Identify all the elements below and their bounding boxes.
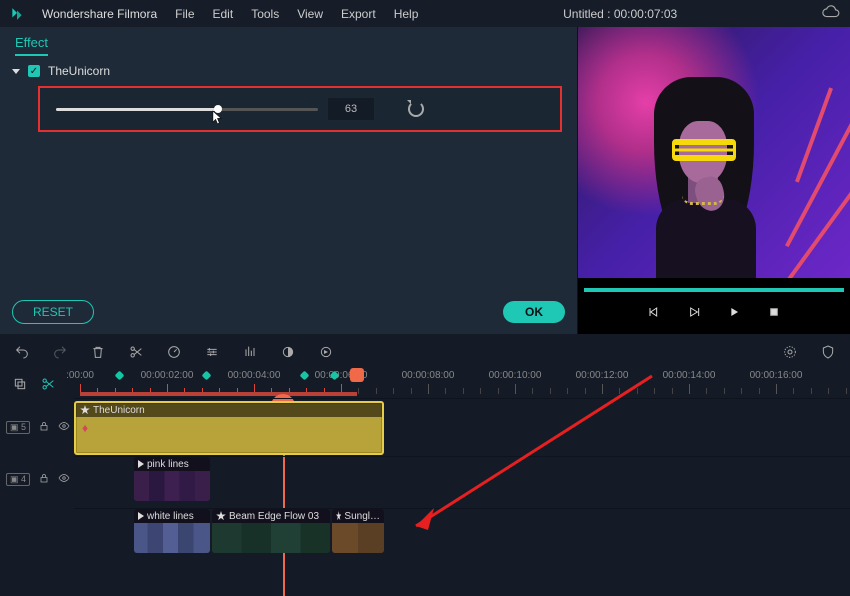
effect-name: TheUnicorn (48, 64, 110, 78)
track-lane-5[interactable]: TheUnicorn ♦ (74, 398, 850, 456)
track-id-5: ▣ 5 (6, 421, 30, 434)
adjust-icon[interactable] (204, 344, 220, 360)
menu-view[interactable]: View (297, 7, 323, 21)
snap-magnet-icon[interactable] (40, 376, 56, 395)
stop-button[interactable] (766, 304, 782, 323)
menu-bar: File Edit Tools View Export Help (175, 7, 418, 21)
track-video-4a: ▣ 4 pink lines (0, 456, 850, 502)
video-icon (138, 512, 144, 520)
render-icon[interactable] (318, 344, 334, 360)
time-ruler[interactable]: :00:0000:00:02:0000:00:04:0000:00:06:000… (74, 370, 850, 398)
video-icon (138, 460, 144, 468)
clip-label: Sungl… (344, 511, 380, 522)
delete-icon[interactable] (90, 344, 106, 360)
speed-icon[interactable] (166, 344, 182, 360)
mouse-cursor-icon (212, 110, 223, 125)
preview-pane (578, 27, 850, 334)
clip-pink-lines[interactable]: pink lines (134, 457, 210, 501)
timeline: :00:0000:00:02:0000:00:04:0000:00:06:000… (0, 334, 850, 596)
visibility-icon[interactable] (58, 472, 70, 487)
menu-export[interactable]: Export (341, 7, 376, 21)
undo-icon[interactable] (14, 344, 30, 360)
track-effect-5: ▣ 5 TheUnicorn ♦ (0, 398, 850, 456)
timeline-settings-icon[interactable] (782, 344, 798, 360)
shield-icon[interactable] (820, 344, 836, 360)
effect-enable-checkbox[interactable]: ✓ (28, 65, 40, 77)
preview-viewport[interactable] (578, 27, 850, 278)
clip-theunicorn[interactable]: TheUnicorn ♦ (74, 401, 384, 455)
title-bar: Wondershare Filmora File Edit Tools View… (0, 0, 850, 27)
menu-edit[interactable]: Edit (213, 7, 234, 21)
track-video-4b: white lines Beam Edge Flow 03 Sungl… (0, 508, 850, 554)
color-icon[interactable] (280, 344, 296, 360)
menu-file[interactable]: File (175, 7, 194, 21)
prev-frame-button[interactable] (646, 304, 662, 323)
menu-help[interactable]: Help (394, 7, 419, 21)
clip-label: white lines (147, 511, 194, 522)
gem-icon: ♦ (82, 421, 88, 435)
track-lane-4a[interactable]: pink lines (74, 456, 850, 502)
reset-button[interactable]: RESET (12, 300, 94, 324)
reset-value-icon[interactable] (408, 101, 424, 117)
tracks-layers-icon[interactable] (12, 376, 28, 395)
lock-icon[interactable] (38, 420, 50, 435)
clip-label: pink lines (147, 459, 189, 470)
collapse-caret-icon[interactable] (12, 69, 20, 74)
clip-white-lines[interactable]: white lines (134, 509, 210, 553)
track-lane-4b[interactable]: white lines Beam Edge Flow 03 Sungl… (74, 508, 850, 554)
intensity-slider[interactable] (56, 108, 318, 111)
cut-icon[interactable] (128, 344, 144, 360)
clip-beam-edge-flow[interactable]: Beam Edge Flow 03 (212, 509, 330, 553)
transport-controls (578, 292, 850, 334)
ok-button[interactable]: OK (503, 301, 565, 323)
effect-intensity-row: 63 (38, 86, 562, 132)
clip-sunglasses[interactable]: Sungl… (332, 509, 384, 553)
menu-tools[interactable]: Tools (251, 7, 279, 21)
app-name: Wondershare Filmora (42, 7, 157, 21)
redo-icon[interactable] (52, 344, 68, 360)
intensity-value[interactable]: 63 (328, 98, 374, 120)
app-logo-icon (10, 7, 24, 21)
clip-label: Beam Edge Flow 03 (229, 511, 319, 522)
play-button[interactable] (726, 304, 742, 323)
star-icon (216, 511, 226, 521)
timeline-toolbar (0, 334, 850, 370)
play-pause-button[interactable] (686, 304, 702, 323)
cloud-icon[interactable] (822, 3, 840, 24)
star-icon (80, 405, 90, 415)
effect-panel: Effect ✓ TheUnicorn 63 RESET OK (0, 27, 578, 334)
visibility-icon[interactable] (58, 420, 70, 435)
track-id-4: ▣ 4 (6, 473, 30, 486)
star-icon (336, 511, 341, 521)
clip-label: TheUnicorn (93, 405, 145, 416)
lock-icon[interactable] (38, 472, 50, 487)
audio-mixer-icon[interactable] (242, 344, 258, 360)
project-title: Untitled : 00:00:07:03 (436, 7, 804, 21)
